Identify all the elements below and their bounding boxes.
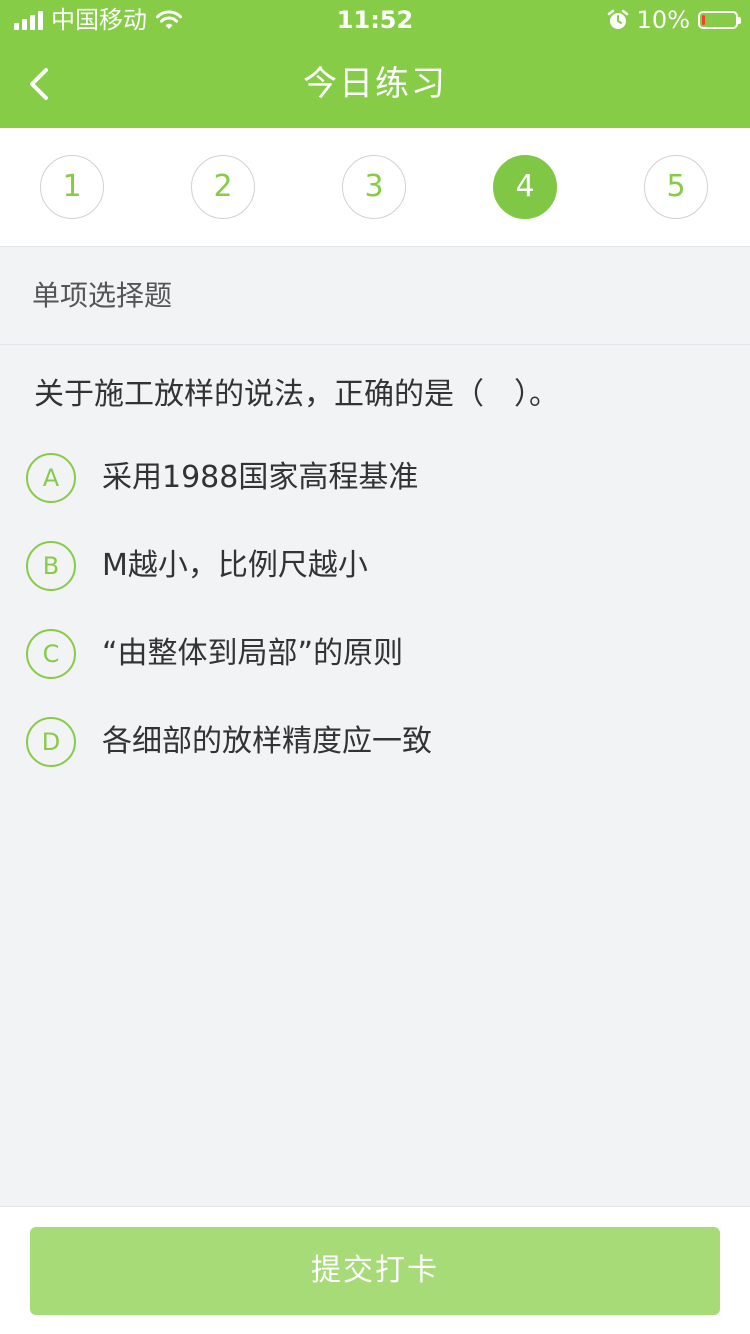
page-title: 今日练习 <box>303 64 447 104</box>
option-b[interactable]: B M越小，比例尺越小 <box>26 541 726 593</box>
option-letter-d: D <box>26 717 76 767</box>
option-text-c: “由整体到局部”的原则 <box>102 636 404 671</box>
question-number-4[interactable]: 4 <box>493 155 557 219</box>
battery-icon <box>698 11 741 29</box>
question-type-label: 单项选择题 <box>32 279 173 312</box>
battery-level <box>702 15 705 25</box>
status-bar: 中国移动 11:52 10% <box>0 0 750 40</box>
option-text-b: M越小，比例尺越小 <box>102 548 368 583</box>
question-number-2[interactable]: 2 <box>191 155 255 219</box>
footer-bar: 提交打卡 <box>0 1206 750 1334</box>
question-text: 关于施工放样的说法，正确的是（ ）。 <box>34 377 559 412</box>
option-c[interactable]: C “由整体到局部”的原则 <box>26 629 726 681</box>
battery-percent: 10% <box>636 6 690 34</box>
option-a[interactable]: A 采用1988国家高程基准 <box>26 453 726 505</box>
question-number-selector: 1 2 3 4 5 <box>0 128 750 247</box>
option-letter-a: A <box>26 453 76 503</box>
question-number-1[interactable]: 1 <box>40 155 104 219</box>
question-number-3[interactable]: 3 <box>342 155 406 219</box>
option-text-d: 各细部的放样精度应一致 <box>102 724 432 759</box>
question-type-row: 单项选择题 <box>0 247 750 345</box>
option-letter-b: B <box>26 541 76 591</box>
top-bar: 中国移动 11:52 10% 今日练习 <box>0 0 750 128</box>
option-d[interactable]: D 各细部的放样精度应一致 <box>26 717 726 769</box>
status-right: 10% <box>607 6 741 34</box>
question-number-5[interactable]: 5 <box>644 155 708 219</box>
submit-checkin-button[interactable]: 提交打卡 <box>30 1227 720 1315</box>
nav-bar: 今日练习 <box>0 40 750 128</box>
option-text-a: 采用1988国家高程基准 <box>102 460 419 495</box>
alarm-icon <box>607 9 628 29</box>
option-letter-c: C <box>26 629 76 679</box>
